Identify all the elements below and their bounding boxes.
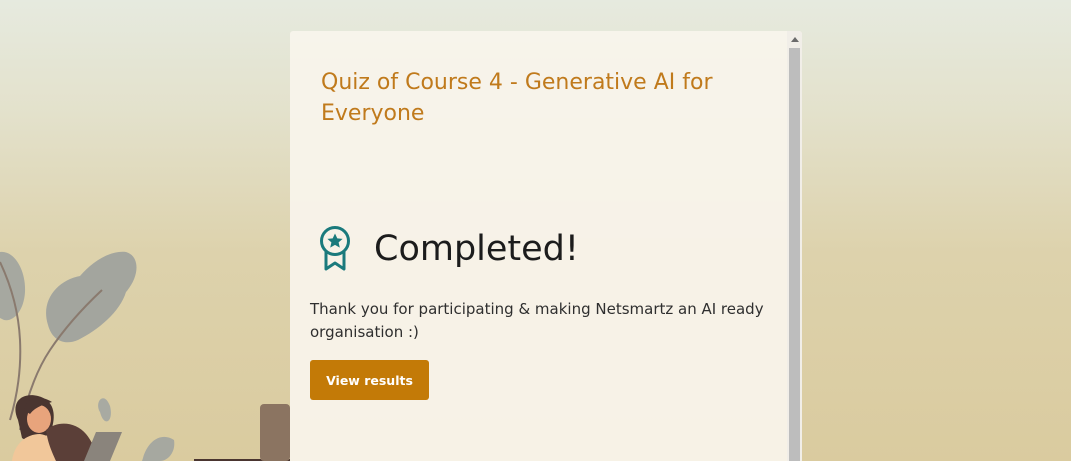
view-results-button[interactable]: View results bbox=[310, 360, 429, 400]
scroll-up-arrow-icon[interactable] bbox=[787, 31, 802, 48]
completion-message: Thank you for participating & making Net… bbox=[310, 300, 764, 341]
completion-header: Completed! bbox=[318, 226, 579, 272]
scrollbar-thumb[interactable] bbox=[789, 48, 800, 461]
completed-heading: Completed! bbox=[374, 229, 579, 269]
quiz-card: Quiz of Course 4 - Generative AI for Eve… bbox=[290, 31, 802, 461]
desk-illustration bbox=[260, 404, 290, 461]
quiz-title: Quiz of Course 4 - Generative AI for Eve… bbox=[321, 70, 713, 126]
card-scrollbar[interactable] bbox=[787, 31, 802, 461]
award-ribbon-icon bbox=[320, 226, 350, 271]
